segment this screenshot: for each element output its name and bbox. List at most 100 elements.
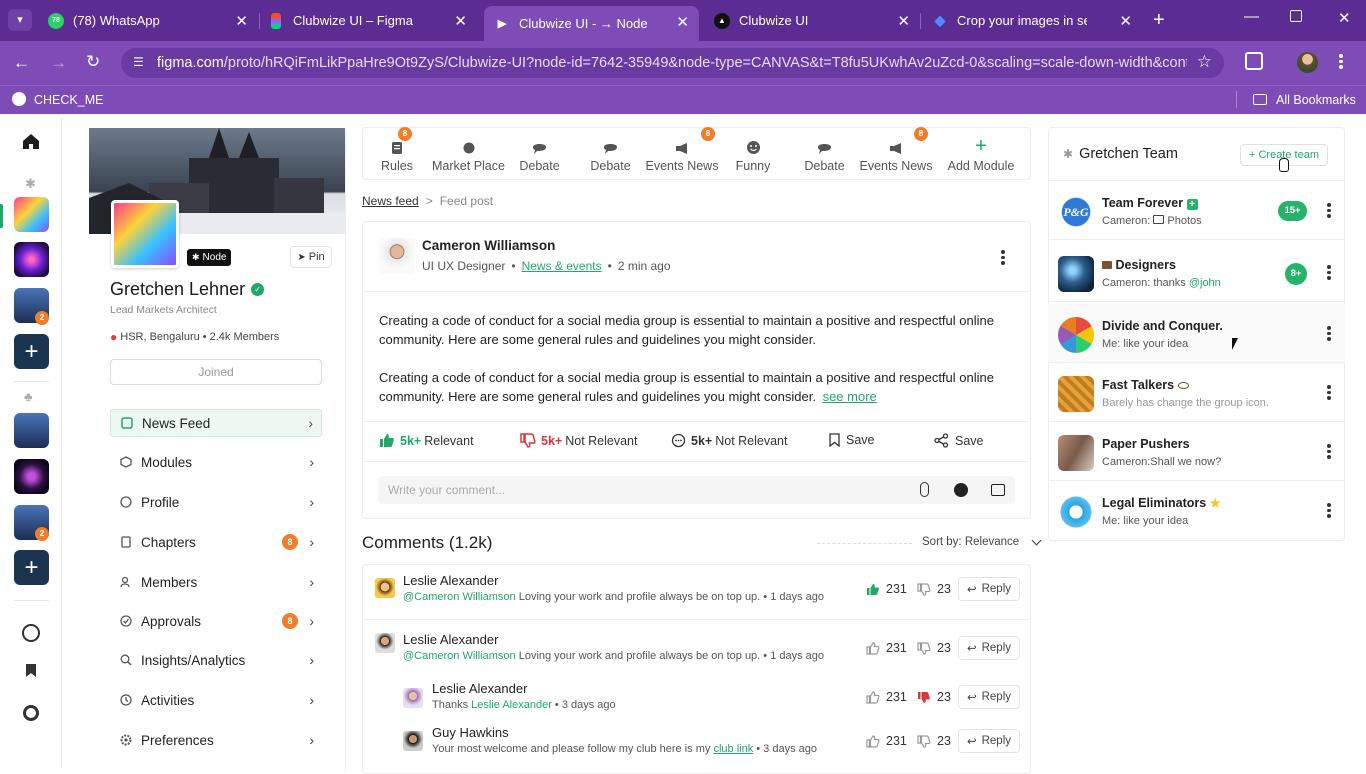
module-events-news-2[interactable]: 8 Events News (859, 127, 933, 173)
module-market-place[interactable]: Market Place (430, 133, 507, 173)
comment-downvote[interactable]: 23 (917, 641, 951, 655)
forward-button[interactable]: → (50, 53, 67, 73)
tab-search-button[interactable]: ▾ (8, 9, 32, 31)
settings-gear-icon[interactable] (23, 705, 39, 721)
extensions-icon[interactable] (1245, 52, 1263, 70)
share-button[interactable]: Save (934, 433, 984, 448)
reply-author[interactable]: Leslie Alexander (432, 681, 527, 696)
post-author-name[interactable]: Cameron Williamson (422, 238, 555, 253)
close-icon[interactable]: ✕ (454, 12, 467, 30)
team-row[interactable]: Paper Pushers Cameron:Shall we now? (1048, 422, 1345, 481)
minimize-button[interactable]: — (1244, 8, 1259, 25)
reload-button[interactable]: ↻ (86, 52, 100, 72)
messenger-icon[interactable] (22, 624, 40, 642)
team-row[interactable]: Designers Cameron: thanks @john 8+ (1048, 243, 1345, 302)
bookmark-icon[interactable] (26, 664, 36, 677)
team-more-icon[interactable] (1327, 265, 1331, 282)
add-club-button[interactable]: + (14, 334, 49, 369)
menu-news-feed[interactable]: News Feed › (110, 409, 322, 437)
module-debate-3[interactable]: Debate (800, 133, 849, 173)
mention-link[interactable]: Leslie Alexander (471, 699, 552, 711)
browser-menu-icon[interactable] (1339, 54, 1343, 71)
close-icon[interactable]: ✕ (1119, 12, 1132, 30)
bookmark-star-icon[interactable]: ☆ (1197, 52, 1212, 72)
tab-notion[interactable]: ▲ Clubwize UI ✕ (714, 6, 910, 35)
menu-activities[interactable]: Activities › (110, 686, 322, 714)
comment-downvote[interactable]: 23 (917, 734, 951, 748)
team-more-icon[interactable] (1327, 444, 1331, 461)
comment-author[interactable]: Leslie Alexander (403, 632, 498, 647)
comment-upvote[interactable]: 231 (866, 734, 907, 748)
club-avatar-purple[interactable] (14, 242, 49, 277)
comment-downvote[interactable]: 23 (917, 690, 951, 704)
joined-button[interactable]: Joined (110, 359, 322, 385)
all-bookmarks[interactable]: All Bookmarks (1276, 93, 1356, 107)
save-button[interactable]: Save (829, 433, 875, 447)
team-row[interactable]: Fast Talkers Barely has change the group… (1048, 363, 1345, 422)
tab-node-active[interactable]: ▶ Clubwize UI - → Node ✕ (484, 6, 699, 41)
team-row[interactable]: Divide and Conquer. Me: like your idea (1048, 304, 1345, 363)
close-icon[interactable]: ✕ (897, 12, 910, 30)
module-rules[interactable]: 8 Rules (375, 127, 419, 173)
tab-figma[interactable]: Clubwize UI – Figma ✕ (271, 6, 467, 35)
reply-button[interactable]: ↩ Reply (958, 636, 1020, 660)
comment-avatar[interactable] (403, 688, 423, 708)
team-row[interactable]: P&G Team Forever + Cameron: Photos 15+ (1048, 181, 1345, 240)
reply-button[interactable]: ↩ Reply (958, 729, 1020, 753)
reply-button[interactable]: ↩ Reply (958, 685, 1020, 709)
team-row[interactable]: Legal Eliminators ★ Me: like your idea (1048, 481, 1345, 540)
emoji-icon[interactable] (954, 483, 968, 497)
tab-crop[interactable]: ◆ Crop your images in seconds ✕ (932, 6, 1132, 35)
add-club-button[interactable]: + (14, 550, 49, 585)
menu-insights[interactable]: Insights/Analytics › (110, 646, 322, 674)
menu-profile[interactable]: Profile › (110, 488, 322, 516)
module-events-news[interactable]: 8 Events News (645, 127, 719, 173)
reply-button[interactable]: ↩ Reply (958, 577, 1020, 601)
comment-avatar[interactable] (375, 633, 395, 653)
breadcrumb-news-feed[interactable]: News feed (362, 194, 419, 208)
close-icon[interactable]: ✕ (676, 13, 689, 31)
tab-whatsapp[interactable]: 78 (78) WhatsApp ✕ (48, 6, 248, 35)
comment-author[interactable]: Leslie Alexander (403, 573, 498, 588)
site-settings-icon[interactable]: ☰ (133, 55, 144, 69)
club-link[interactable]: club link (713, 743, 753, 755)
module-debate[interactable]: Debate (515, 133, 564, 173)
attachment-icon[interactable] (920, 482, 929, 497)
comment-upvote[interactable]: 231 (866, 641, 907, 655)
image-icon[interactable] (991, 484, 1005, 496)
comment-upvote[interactable]: 231 (866, 582, 907, 596)
club-avatar-rainbow[interactable] (14, 197, 49, 232)
mention-link[interactable]: @Cameron Williamson (403, 591, 516, 603)
url-field[interactable]: ☰ figma.com/proto/hRQiFmLikPpaHre9Ot9ZyS… (121, 48, 1224, 78)
post-category-link[interactable]: News & events (522, 259, 602, 273)
comment-downvote[interactable]: 23 (917, 582, 951, 596)
module-debate-2[interactable]: Debate (586, 133, 635, 173)
post-more-icon[interactable] (1001, 250, 1005, 267)
module-funny[interactable]: Funny (731, 133, 775, 173)
team-more-icon[interactable] (1327, 385, 1331, 402)
team-more-icon[interactable] (1327, 503, 1331, 520)
menu-approvals[interactable]: Approvals 8 › (110, 607, 322, 635)
comment-avatar[interactable] (403, 731, 423, 751)
menu-modules[interactable]: Modules › (110, 448, 322, 476)
close-window-button[interactable]: ✕ (1338, 9, 1351, 27)
club-avatar-eye[interactable] (14, 459, 49, 494)
club-avatar-tower-2[interactable] (14, 413, 49, 448)
menu-preferences[interactable]: Preferences › (110, 726, 322, 754)
pin-button[interactable]: ➤ Pin (290, 246, 332, 268)
menu-chapters[interactable]: Chapters 8 › (110, 528, 322, 556)
reply-author[interactable]: Guy Hawkins (432, 725, 509, 740)
post-author-avatar[interactable] (379, 238, 415, 274)
comment-avatar[interactable] (375, 578, 395, 598)
back-button[interactable]: ← (13, 53, 30, 73)
new-tab-button[interactable]: + (1153, 9, 1165, 32)
comment-input[interactable]: Write your comment... (378, 476, 1015, 504)
relevant-button[interactable]: 5k+ Relevant (379, 433, 474, 448)
restore-button[interactable] (1290, 10, 1302, 22)
see-more-link[interactable]: see more (823, 389, 877, 404)
profile-avatar[interactable] (1297, 52, 1318, 73)
comments-count-button[interactable]: 5k+ Not Relevant (671, 433, 787, 448)
sort-dropdown[interactable]: Sort by: Relevance (922, 535, 1042, 548)
comment-upvote[interactable]: 231 (866, 690, 907, 704)
mention-link[interactable]: @Cameron Williamson (403, 650, 516, 662)
